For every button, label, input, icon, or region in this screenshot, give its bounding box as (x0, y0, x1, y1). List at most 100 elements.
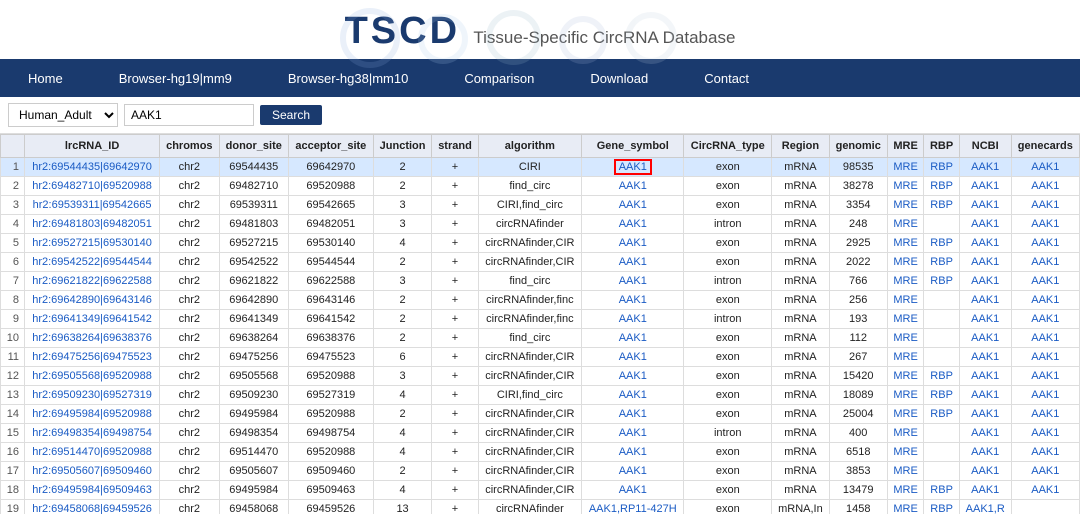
genecards[interactable]: AAK1 (1011, 215, 1079, 234)
table-row[interactable]: 7hr2:69621822|69622588chr269621822696225… (1, 272, 1080, 291)
ncbi[interactable]: AAK1 (959, 196, 1011, 215)
table-row[interactable]: 2hr2:69482710|69520988chr269482710695209… (1, 177, 1080, 196)
gene-symbol[interactable]: AAK1 (582, 329, 684, 348)
genecards[interactable]: AAK1 (1011, 443, 1079, 462)
circrna-id[interactable]: hr2:69475256|69475523 (25, 348, 160, 367)
circrna-id[interactable]: hr2:69527215|69530140 (25, 234, 160, 253)
ncbi[interactable]: AAK1 (959, 234, 1011, 253)
rbp[interactable]: RBP (924, 367, 959, 386)
gene-symbol[interactable]: AAK1 (582, 291, 684, 310)
genecards[interactable]: AAK1 (1011, 158, 1079, 177)
ncbi[interactable]: AAK1 (959, 481, 1011, 500)
mre[interactable]: MRE (887, 405, 924, 424)
mre[interactable]: MRE (887, 462, 924, 481)
circrna-id[interactable]: hr2:69642890|69643146 (25, 291, 160, 310)
circrna-id[interactable]: hr2:69641349|69641542 (25, 310, 160, 329)
circrna-id[interactable]: hr2:69482710|69520988 (25, 177, 160, 196)
circrna-id[interactable]: hr2:69505568|69520988 (25, 367, 160, 386)
ncbi[interactable]: AAK1 (959, 348, 1011, 367)
nav-comparison[interactable]: Comparison (436, 59, 562, 97)
gene-symbol[interactable]: AAK1 (582, 405, 684, 424)
genecards[interactable]: AAK1 (1011, 253, 1079, 272)
species-select[interactable]: Human_Adult Human_Fetal Mouse_Adult (8, 103, 118, 127)
gene-symbol[interactable]: AAK1 (582, 158, 684, 177)
table-row[interactable]: 16hr2:69514470|69520988chr26951447069520… (1, 443, 1080, 462)
genecards[interactable]: AAK1 (1011, 367, 1079, 386)
circrna-id[interactable]: hr2:69544435|69642970 (25, 158, 160, 177)
table-row[interactable]: 3hr2:69539311|69542665chr269539311695426… (1, 196, 1080, 215)
ncbi[interactable]: AAK1 (959, 386, 1011, 405)
search-button[interactable]: Search (260, 105, 322, 125)
mre[interactable]: MRE (887, 500, 924, 514)
circrna-id[interactable]: hr2:69495984|69520988 (25, 405, 160, 424)
mre[interactable]: MRE (887, 367, 924, 386)
circrna-id[interactable]: hr2:69481803|69482051 (25, 215, 160, 234)
circrna-id[interactable]: hr2:69495984|69509463 (25, 481, 160, 500)
nav-download[interactable]: Download (562, 59, 676, 97)
mre[interactable]: MRE (887, 196, 924, 215)
mre[interactable]: MRE (887, 329, 924, 348)
table-row[interactable]: 4hr2:69481803|69482051chr269481803694820… (1, 215, 1080, 234)
search-input[interactable] (124, 104, 254, 126)
ncbi[interactable]: AAK1 (959, 253, 1011, 272)
gene-symbol[interactable]: AAK1 (582, 196, 684, 215)
rbp[interactable]: RBP (924, 196, 959, 215)
nav-browser-hg19[interactable]: Browser-hg19|mm9 (91, 59, 260, 97)
ncbi[interactable]: AAK1 (959, 329, 1011, 348)
ncbi[interactable]: AAK1 (959, 177, 1011, 196)
gene-symbol[interactable]: AAK1 (582, 253, 684, 272)
table-row[interactable]: 18hr2:69495984|69509463chr26949598469509… (1, 481, 1080, 500)
table-row[interactable]: 17hr2:69505607|69509460chr26950560769509… (1, 462, 1080, 481)
gene-symbol[interactable]: AAK1,RP11-427H (582, 500, 684, 514)
mre[interactable]: MRE (887, 253, 924, 272)
genecards[interactable]: AAK1 (1011, 405, 1079, 424)
ncbi[interactable]: AAK1 (959, 424, 1011, 443)
table-row[interactable]: 9hr2:69641349|69641542chr269641349696415… (1, 310, 1080, 329)
table-row[interactable]: 10hr2:69638264|69638376chr26963826469638… (1, 329, 1080, 348)
gene-symbol[interactable]: AAK1 (582, 424, 684, 443)
ncbi[interactable]: AAK1 (959, 291, 1011, 310)
nav-home[interactable]: Home (0, 59, 91, 97)
table-row[interactable]: 8hr2:69642890|69643146chr269642890696431… (1, 291, 1080, 310)
genecards[interactable]: AAK1 (1011, 424, 1079, 443)
ncbi[interactable]: AAK1 (959, 405, 1011, 424)
gene-symbol[interactable]: AAK1 (582, 215, 684, 234)
table-row[interactable]: 11hr2:69475256|69475523chr26947525669475… (1, 348, 1080, 367)
rbp[interactable]: RBP (924, 405, 959, 424)
gene-symbol[interactable]: AAK1 (582, 234, 684, 253)
nav-contact[interactable]: Contact (676, 59, 777, 97)
genecards[interactable]: AAK1 (1011, 272, 1079, 291)
table-row[interactable]: 15hr2:69498354|69498754chr26949835469498… (1, 424, 1080, 443)
circrna-id[interactable]: hr2:69505607|69509460 (25, 462, 160, 481)
mre[interactable]: MRE (887, 424, 924, 443)
circrna-id[interactable]: hr2:69621822|69622588 (25, 272, 160, 291)
table-row[interactable]: 13hr2:69509230|69527319chr26950923069527… (1, 386, 1080, 405)
rbp[interactable]: RBP (924, 177, 959, 196)
table-row[interactable]: 6hr2:69542522|69544544chr269542522695445… (1, 253, 1080, 272)
gene-symbol[interactable]: AAK1 (582, 462, 684, 481)
gene-symbol[interactable]: AAK1 (582, 367, 684, 386)
table-row[interactable]: 19hr2:69458068|69459526chr26945806869459… (1, 500, 1080, 514)
circrna-id[interactable]: hr2:69542522|69544544 (25, 253, 160, 272)
genecards[interactable] (1011, 500, 1079, 514)
genecards[interactable]: AAK1 (1011, 310, 1079, 329)
rbp[interactable]: RBP (924, 481, 959, 500)
mre[interactable]: MRE (887, 481, 924, 500)
mre[interactable]: MRE (887, 234, 924, 253)
circrna-id[interactable]: hr2:69539311|69542665 (25, 196, 160, 215)
nav-browser-hg38[interactable]: Browser-hg38|mm10 (260, 59, 436, 97)
gene-symbol[interactable]: AAK1 (582, 177, 684, 196)
genecards[interactable]: AAK1 (1011, 329, 1079, 348)
ncbi[interactable]: AAK1 (959, 367, 1011, 386)
gene-symbol[interactable]: AAK1 (582, 348, 684, 367)
ncbi[interactable]: AAK1 (959, 215, 1011, 234)
circrna-id[interactable]: hr2:69498354|69498754 (25, 424, 160, 443)
rbp[interactable]: RBP (924, 500, 959, 514)
ncbi[interactable]: AAK1 (959, 443, 1011, 462)
rbp[interactable]: RBP (924, 234, 959, 253)
genecards[interactable]: AAK1 (1011, 234, 1079, 253)
mre[interactable]: MRE (887, 386, 924, 405)
ncbi[interactable]: AAK1,R (959, 500, 1011, 514)
mre[interactable]: MRE (887, 348, 924, 367)
mre[interactable]: MRE (887, 177, 924, 196)
